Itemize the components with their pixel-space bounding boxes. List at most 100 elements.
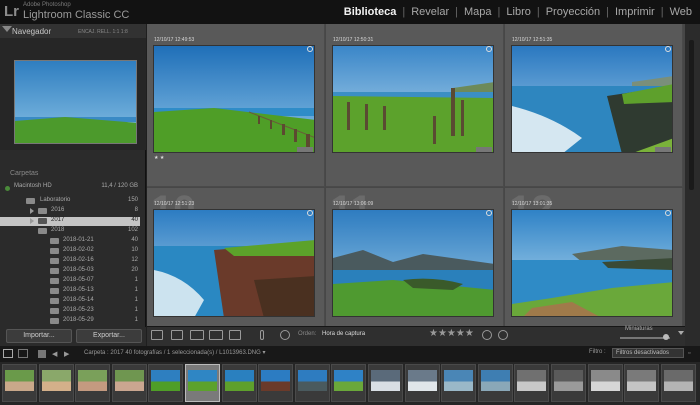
filmstrip-thumbnail[interactable] <box>258 364 294 402</box>
rotate-left-icon[interactable] <box>482 330 492 340</box>
painter-icon[interactable] <box>260 330 264 340</box>
folder-row-2017[interactable]: 2017 40 <box>0 217 140 226</box>
filmstrip-photo <box>224 370 254 391</box>
thumbnail-slider-handle[interactable] <box>663 334 669 340</box>
folder-row-2018-05-29[interactable]: 2018-05-29 1 <box>0 317 140 326</box>
rating-stars[interactable]: ★★★★★ <box>429 328 474 339</box>
import-button[interactable]: Importar... <box>6 329 72 343</box>
flag-icon[interactable] <box>665 46 671 52</box>
filmstrip-thumbnail[interactable] <box>514 364 550 402</box>
filmstrip-thumbnail[interactable] <box>660 364 696 402</box>
module-revelar[interactable]: Revelar <box>411 6 449 18</box>
module-imprimir[interactable]: Imprimir <box>615 6 655 18</box>
sort-direction-icon[interactable] <box>280 330 290 340</box>
forward-arrow-icon[interactable]: ▶ <box>64 350 69 358</box>
second-window-icon[interactable] <box>18 349 28 358</box>
folder-row-2018-05-23[interactable]: 2018-05-23 1 <box>0 307 140 316</box>
grid-toggle-icon[interactable] <box>38 350 46 358</box>
filmstrip-thumbnail[interactable] <box>2 364 37 402</box>
folders-header[interactable]: Carpetas <box>10 170 38 177</box>
filter-lock-icon[interactable]: ▫ <box>688 350 690 357</box>
filmstrip-thumbnail[interactable] <box>38 364 74 402</box>
folder-icon <box>26 198 35 204</box>
rotate-right-icon[interactable] <box>498 330 508 340</box>
filter-select[interactable]: Filtros desactivados <box>612 348 684 358</box>
collapse-triangle-icon[interactable] <box>2 26 12 32</box>
folder-row-2016[interactable]: 2016 8 <box>0 207 140 216</box>
filmstrip-thumbnail[interactable] <box>294 364 330 402</box>
loupe-view-icon[interactable] <box>171 330 183 340</box>
sort-select[interactable]: Hora de captura <box>322 331 365 337</box>
folder-row-2018-05-14[interactable]: 2018-05-14 1 <box>0 297 140 306</box>
photo-thumbnail[interactable] <box>511 45 673 153</box>
cell-rating[interactable]: ★ ★ <box>154 155 164 161</box>
filmstrip-thumbnail[interactable] <box>441 364 477 402</box>
filmstrip-thumbnail[interactable] <box>368 364 403 402</box>
module-mapa[interactable]: Mapa <box>464 6 492 18</box>
export-button[interactable]: Exportar... <box>76 329 142 343</box>
folder-row-2018-02-02[interactable]: 2018-02-02 10 <box>0 247 140 256</box>
survey-view-icon[interactable] <box>209 330 223 340</box>
flag-icon[interactable] <box>307 46 313 52</box>
photo-thumbnail[interactable] <box>332 45 494 153</box>
filmstrip-thumbnail[interactable] <box>624 364 660 402</box>
folder-row-2018[interactable]: 2018 102 <box>0 227 140 236</box>
expand-triangle-icon[interactable] <box>30 208 34 214</box>
grid-cell[interactable]: 12/10/17 12:51:35 <box>505 24 683 187</box>
module-biblioteca[interactable]: Biblioteca <box>344 6 397 18</box>
filmstrip-thumbnail[interactable] <box>75 364 111 402</box>
folder-count: 1 <box>134 317 138 323</box>
toolbar-menu-icon[interactable] <box>678 331 684 335</box>
people-view-icon[interactable] <box>229 330 241 340</box>
filmstrip-thumbnail[interactable] <box>221 364 257 402</box>
folder-icon <box>50 288 59 294</box>
flag-icon[interactable] <box>486 210 492 216</box>
module-libro[interactable]: Libro <box>506 6 530 18</box>
navigator-zoom-options[interactable]: ENCAJ. RELL. 1:1 1:8 <box>78 29 128 35</box>
grid-cell[interactable]: 10 12/10/17 12:51:23 <box>147 188 325 326</box>
photo-thumbnail[interactable] <box>153 209 315 317</box>
drive-info: 11,4 / 120 GB <box>101 183 138 189</box>
folder-label: 2018-05-07 <box>63 277 94 283</box>
flag-icon[interactable] <box>665 210 671 216</box>
flag-icon[interactable] <box>486 46 492 52</box>
grid-view-icon[interactable] <box>151 330 163 340</box>
navigator-preview-image[interactable] <box>14 60 137 144</box>
filmstrip-photo <box>590 370 620 391</box>
folder-row-2018-05-03[interactable]: 2018-05-03 20 <box>0 267 140 276</box>
module-separator: | <box>455 6 458 18</box>
grid-cell[interactable]: 12/10/17 12:49:53 ★ ★ <box>147 24 325 187</box>
filmstrip-photo <box>480 370 510 391</box>
filmstrip-thumbnail[interactable] <box>587 364 623 402</box>
drive-row[interactable]: Macintosh HD 11,4 / 120 GB <box>14 183 140 192</box>
photo-thumbnail[interactable] <box>511 209 673 317</box>
filmstrip-thumbnail[interactable] <box>185 364 220 402</box>
folder-row-2018-05-13[interactable]: 2018-05-13 1 <box>0 287 140 296</box>
expand-triangle-icon[interactable] <box>30 218 34 224</box>
module-web[interactable]: Web <box>670 6 692 18</box>
compare-view-icon[interactable] <box>190 330 204 340</box>
filmstrip-thumbnail[interactable] <box>477 364 513 402</box>
flag-icon[interactable] <box>307 210 313 216</box>
folder-row-2018-01-21[interactable]: 2018-01-21 40 <box>0 237 140 246</box>
filmstrip-source-path[interactable]: Carpeta : 2017 40 fotografías / 1 selecc… <box>84 349 265 356</box>
filmstrip-thumbnail[interactable] <box>551 364 586 402</box>
grid-scroll-thumb[interactable] <box>689 40 694 190</box>
folder-row-2018-05-07[interactable]: 2018-05-07 1 <box>0 277 140 286</box>
folder-label: 2018-02-02 <box>63 247 94 253</box>
module-proyeccion[interactable]: Proyección <box>546 6 600 18</box>
photo-thumbnail[interactable] <box>332 209 494 317</box>
grid-cell[interactable]: 12 12/10/17 13:01:35 <box>505 188 683 326</box>
photo-thumbnail[interactable] <box>153 45 315 153</box>
folder-icon <box>50 238 59 244</box>
folder-row-2018-02-16[interactable]: 2018-02-16 12 <box>0 257 140 266</box>
filmstrip-thumbnail[interactable] <box>404 364 440 402</box>
grid-cell[interactable]: 11 12/10/17 13:06:09 <box>326 188 504 326</box>
filmstrip-thumbnail[interactable] <box>111 364 147 402</box>
filmstrip-thumbnail[interactable] <box>331 364 367 402</box>
folder-row-laboratorio[interactable]: Laboratorio 150 <box>0 197 140 206</box>
filmstrip-thumbnail[interactable] <box>148 364 184 402</box>
back-arrow-icon[interactable]: ◀ <box>52 350 57 358</box>
main-window-icon[interactable] <box>3 349 13 358</box>
grid-cell[interactable]: 12/10/17 12:50:31 <box>326 24 504 187</box>
